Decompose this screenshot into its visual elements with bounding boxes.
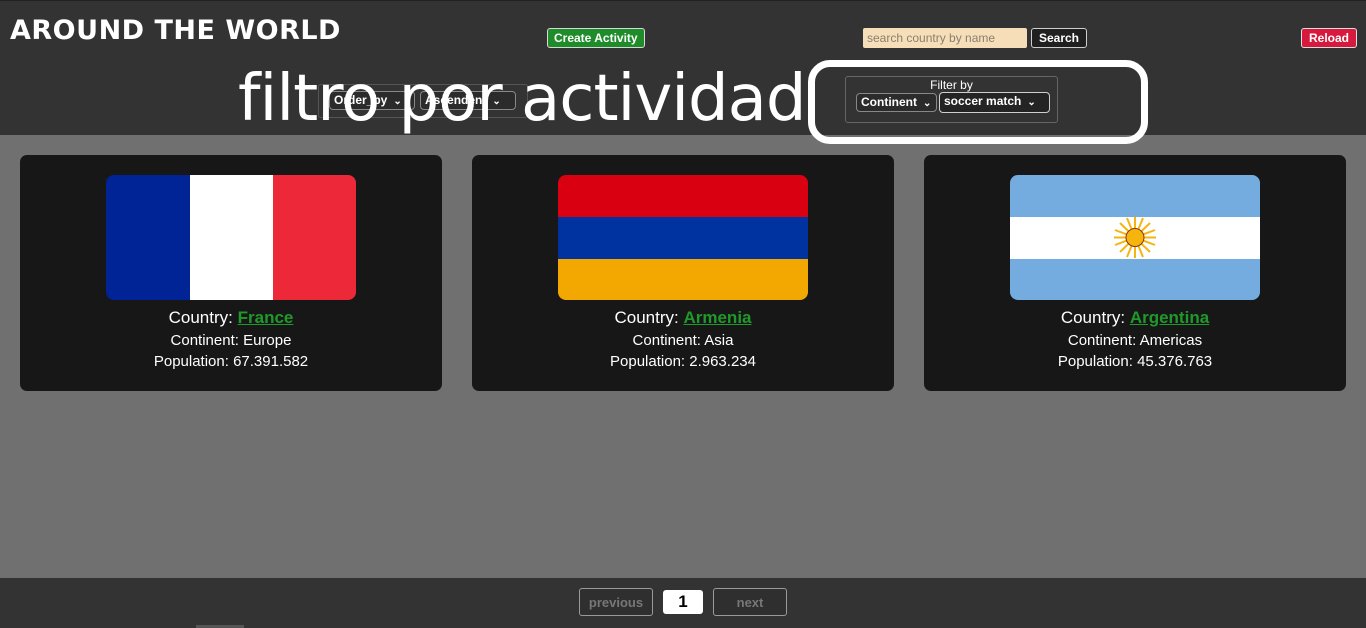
country-card[interactable]: Country: Armenia Continent: Asia Populat… bbox=[472, 155, 894, 391]
country-line: Country: Armenia bbox=[472, 306, 894, 330]
flag-armenia-image bbox=[558, 175, 808, 300]
search-input[interactable] bbox=[863, 28, 1027, 48]
current-page-number[interactable]: 1 bbox=[663, 590, 703, 614]
sun-of-may-icon bbox=[1114, 217, 1156, 258]
continent-line: Continent: Asia bbox=[632, 332, 734, 349]
country-link[interactable]: France bbox=[238, 308, 294, 327]
flag-argentina-image bbox=[1010, 175, 1260, 300]
previous-page-button[interactable]: previous bbox=[579, 588, 653, 616]
country-line: Country: Argentina bbox=[924, 306, 1346, 330]
population-line: Population: 2.963.234 bbox=[610, 353, 756, 370]
country-prefix: Country: bbox=[614, 308, 684, 327]
country-link[interactable]: Argentina bbox=[1130, 308, 1209, 327]
country-card[interactable]: Country: Argentina Continent: Americas P… bbox=[924, 155, 1346, 391]
reload-button[interactable]: Reload bbox=[1301, 28, 1357, 48]
flag-france-image bbox=[106, 175, 356, 300]
country-line: Country: France bbox=[20, 306, 442, 330]
population-line: Population: 45.376.763 bbox=[1057, 353, 1213, 370]
country-prefix: Country: bbox=[168, 308, 238, 327]
continent-line: Continent: Europe bbox=[170, 332, 292, 349]
search-button[interactable]: Search bbox=[1031, 28, 1087, 48]
flag-france bbox=[106, 175, 356, 300]
flag-argentina bbox=[1010, 175, 1260, 300]
chevron-down-icon: ⌄ bbox=[393, 96, 402, 107]
next-page-button[interactable]: next bbox=[713, 588, 787, 616]
flag-armenia bbox=[558, 175, 808, 300]
country-prefix: Country: bbox=[1060, 308, 1130, 327]
pagination-bar: previous 1 next bbox=[0, 578, 1366, 628]
population-line: Population: 67.391.582 bbox=[153, 353, 309, 370]
card-info: Country: Armenia Continent: Asia Populat… bbox=[472, 306, 894, 372]
card-info: Country: France Continent: Europe Popula… bbox=[20, 306, 442, 372]
app-logo: AROUND THE WORLD bbox=[10, 15, 341, 46]
card-info: Country: Argentina Continent: Americas P… bbox=[924, 306, 1346, 372]
country-link[interactable]: Armenia bbox=[683, 308, 751, 327]
highlight-outline bbox=[808, 60, 1148, 144]
chevron-down-icon: ⌄ bbox=[492, 96, 501, 107]
order-by-value: Order_by bbox=[334, 93, 388, 107]
create-activity-button[interactable]: Create Activity bbox=[547, 28, 645, 48]
country-card[interactable]: Country: France Continent: Europe Popula… bbox=[20, 155, 442, 391]
order-direction-value: Ascendent bbox=[425, 93, 487, 107]
top-header: AROUND THE WORLD Create Activity Search … bbox=[0, 0, 1366, 135]
continent-line: Continent: Americas bbox=[1067, 332, 1203, 349]
order-by-select[interactable]: Order_by ⌄ bbox=[329, 91, 415, 110]
order-direction-select[interactable]: Ascendent ⌄ bbox=[420, 91, 516, 110]
